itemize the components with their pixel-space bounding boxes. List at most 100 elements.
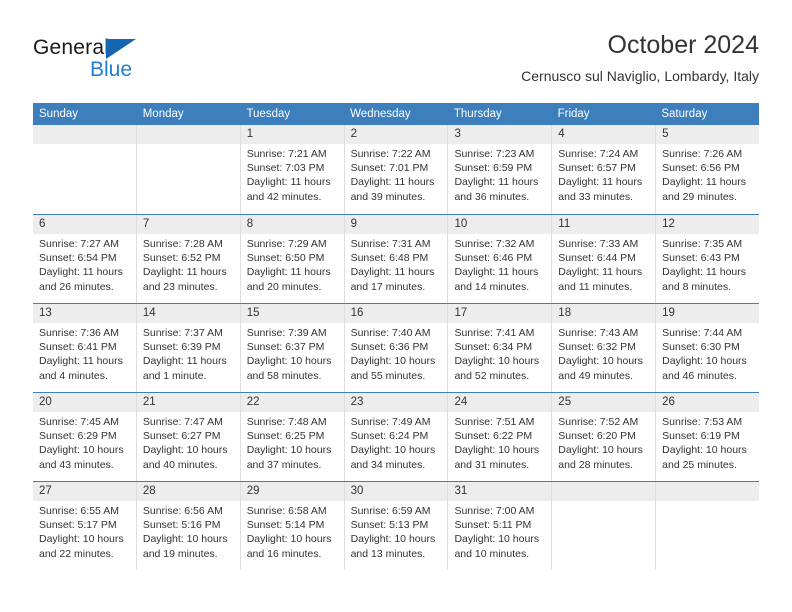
weekday-header-saturday: Saturday (661, 108, 708, 120)
sunrise-time: Sunrise: 7:31 AM (350, 238, 431, 250)
daylight-duration-line2: and 42 minutes. (246, 190, 322, 203)
daylight-duration-line1: Daylight: 10 hours (39, 533, 124, 546)
sunrise-time: Sunrise: 7:35 AM (662, 238, 743, 250)
calendar-day-cell[interactable]: 3 Sunrise: 7:23 AM Sunset: 6:59 PM Daylight… (448, 125, 553, 214)
daylight-duration-line1: Daylight: 11 hours (246, 266, 331, 279)
daylight-duration-line1: Daylight: 10 hours (454, 533, 540, 546)
sunrise-time: Sunrise: 7:39 AM (246, 327, 327, 339)
daylight-duration-line2: and 33 minutes. (558, 190, 634, 203)
calendar-day-cell[interactable]: 2 Sunrise: 7:22 AM Sunset: 7:01 PM Daylight… (344, 125, 449, 214)
day-number: 9 (344, 215, 448, 234)
calendar-day-cell[interactable]: 13 Sunrise: 7:36 AM Sunset: 6:41 PM Dayligh… (33, 304, 137, 392)
day-details: Sunrise: 7:48 AM Sunset: 6:25 PM Daylight:… (241, 412, 344, 472)
daylight-duration-line2: and 13 minutes. (350, 547, 426, 560)
calendar-grid: Sunday Monday Tuesday Wednesday Thursday Frid… (33, 103, 760, 570)
daylight-duration-line2: and 31 minutes. (454, 458, 530, 471)
sunset-time: Sunset: 6:44 PM (558, 252, 636, 265)
daylight-duration-line2: and 8 minutes. (662, 280, 732, 293)
calendar-weeks: 1 Sunrise: 7:21 AM Sunset: 7:03 PM Daylight… (33, 125, 760, 570)
day-details: Sunrise: 7:44 AM Sunset: 6:30 PM Daylight:… (656, 323, 759, 383)
day-details: Sunrise: 7:53 AM Sunset: 6:19 PM Daylight:… (656, 412, 759, 472)
calendar-day-cell[interactable]: 7 Sunrise: 7:28 AM Sunset: 6:52 PM Daylight… (136, 215, 241, 303)
sunrise-time: Sunrise: 7:37 AM (142, 327, 223, 339)
daylight-duration-line2: and 11 minutes. (558, 280, 633, 293)
sunset-time: Sunset: 6:41 PM (39, 341, 117, 354)
sunset-time: Sunset: 6:59 PM (454, 162, 533, 175)
calendar-day-cell[interactable]: 29 Sunrise: 6:58 AM Sunset: 5:14 PM Dayligh… (240, 482, 345, 570)
calendar-day-cell[interactable]: 21 Sunrise: 7:47 AM Sunset: 6:27 PM Dayligh… (136, 393, 241, 481)
calendar-day-cell[interactable]: 15 Sunrise: 7:39 AM Sunset: 6:37 PM Dayligh… (240, 304, 345, 392)
daylight-duration-line2: and 16 minutes. (246, 547, 322, 560)
calendar-day-cell[interactable]: 1 Sunrise: 7:21 AM Sunset: 7:03 PM Daylight… (240, 125, 345, 214)
day-number: 25 (552, 393, 656, 412)
sunset-time: Sunset: 6:22 PM (454, 430, 533, 443)
sunset-time: Sunset: 5:11 PM (454, 519, 532, 532)
sunrise-time: Sunrise: 7:51 AM (454, 416, 535, 428)
daylight-duration-line2: and 29 minutes. (662, 190, 737, 203)
sunset-time: Sunset: 6:43 PM (662, 252, 740, 265)
calendar-day-cell[interactable]: 6 Sunrise: 7:27 AM Sunset: 6:54 PM Daylight… (33, 215, 137, 303)
page-title: October 2024 (607, 31, 760, 59)
calendar-day-cell[interactable]: 5 Sunrise: 7:26 AM Sunset: 6:56 PM Daylight… (656, 125, 760, 214)
day-number: 18 (552, 304, 656, 323)
weekday-header-tuesday: Tuesday (246, 108, 291, 120)
sunrise-time: Sunrise: 7:53 AM (662, 416, 743, 428)
day-details: Sunrise: 7:27 AM Sunset: 6:54 PM Daylight:… (33, 234, 136, 294)
day-number: 23 (344, 393, 448, 412)
calendar-day-cell[interactable]: 12 Sunrise: 7:35 AM Sunset: 6:43 PM Dayligh… (656, 215, 760, 303)
calendar-week-row: 1 Sunrise: 7:21 AM Sunset: 7:03 PM Daylight… (33, 125, 760, 214)
calendar-day-cell[interactable]: 25 Sunrise: 7:52 AM Sunset: 6:20 PM Dayligh… (552, 393, 657, 481)
calendar-day-cell[interactable]: 31 Sunrise: 7:00 AM Sunset: 5:11 PM Dayligh… (448, 482, 553, 570)
calendar-day-cell[interactable]: 17 Sunrise: 7:41 AM Sunset: 6:34 PM Dayligh… (448, 304, 553, 392)
day-number: 16 (344, 304, 448, 323)
day-details: Sunrise: 7:36 AM Sunset: 6:41 PM Daylight:… (33, 323, 136, 383)
daylight-duration-line2: and 28 minutes. (558, 458, 634, 471)
calendar-day-cell-empty (136, 125, 241, 214)
sunset-time: Sunset: 7:01 PM (350, 162, 429, 175)
sunrise-time: Sunrise: 6:55 AM (39, 505, 119, 517)
calendar-day-cell[interactable]: 14 Sunrise: 7:37 AM Sunset: 6:39 PM Dayligh… (136, 304, 241, 392)
weekday-header-wednesday: Wednesday (350, 108, 411, 120)
daylight-duration-line2: and 17 minutes. (350, 280, 426, 293)
calendar-day-cell[interactable]: 4 Sunrise: 7:24 AM Sunset: 6:57 PM Daylight… (552, 125, 657, 214)
daylight-duration-line1: Daylight: 11 hours (350, 176, 435, 189)
calendar-day-cell[interactable]: 26 Sunrise: 7:53 AM Sunset: 6:19 PM Dayligh… (656, 393, 760, 481)
calendar-day-cell[interactable]: 18 Sunrise: 7:43 AM Sunset: 6:32 PM Dayligh… (552, 304, 657, 392)
day-details: Sunrise: 6:59 AM Sunset: 5:13 PM Daylight:… (345, 501, 448, 561)
day-number: 20 (33, 393, 136, 412)
calendar-day-cell[interactable]: 28 Sunrise: 6:56 AM Sunset: 5:16 PM Dayligh… (136, 482, 241, 570)
day-details: Sunrise: 7:40 AM Sunset: 6:36 PM Daylight:… (345, 323, 448, 383)
daylight-duration-line1: Daylight: 10 hours (558, 355, 643, 368)
sunrise-time: Sunrise: 7:49 AM (350, 416, 431, 428)
calendar-day-cell[interactable]: 8 Sunrise: 7:29 AM Sunset: 6:50 PM Daylight… (240, 215, 345, 303)
calendar-day-cell[interactable]: 30 Sunrise: 6:59 AM Sunset: 5:13 PM Dayligh… (344, 482, 449, 570)
calendar-day-cell[interactable]: 24 Sunrise: 7:51 AM Sunset: 6:22 PM Dayligh… (448, 393, 553, 481)
daylight-duration-line1: Daylight: 11 hours (142, 355, 227, 368)
general-blue-logo[interactable]: General Blue (33, 36, 223, 92)
sunrise-time: Sunrise: 7:43 AM (558, 327, 639, 339)
daylight-duration-line2: and 55 minutes. (350, 369, 426, 382)
calendar-day-cell[interactable]: 16 Sunrise: 7:40 AM Sunset: 6:36 PM Dayligh… (344, 304, 449, 392)
day-details: Sunrise: 7:29 AM Sunset: 6:50 PM Daylight:… (241, 234, 344, 294)
daylight-duration-line2: and 25 minutes. (662, 458, 737, 471)
day-details: Sunrise: 7:51 AM Sunset: 6:22 PM Daylight:… (448, 412, 551, 472)
weekday-header-thursday: Thursday (453, 108, 502, 120)
calendar-day-cell[interactable]: 9 Sunrise: 7:31 AM Sunset: 6:48 PM Daylight… (344, 215, 449, 303)
daylight-duration-line2: and 19 minutes. (142, 547, 218, 560)
sunset-time: Sunset: 5:14 PM (246, 519, 325, 532)
sunrise-time: Sunrise: 7:21 AM (246, 148, 327, 160)
daylight-duration-line1: Daylight: 11 hours (39, 355, 123, 368)
daylight-duration-line2: and 39 minutes. (350, 190, 426, 203)
day-number: 28 (136, 482, 240, 501)
calendar-day-cell[interactable]: 22 Sunrise: 7:48 AM Sunset: 6:25 PM Dayligh… (240, 393, 345, 481)
page-header: General Blue October 2024 Cernusco sul N… (33, 28, 759, 96)
calendar-day-cell[interactable]: 23 Sunrise: 7:49 AM Sunset: 6:24 PM Dayligh… (344, 393, 449, 481)
sunset-time: Sunset: 6:48 PM (350, 252, 429, 265)
day-details: Sunrise: 7:32 AM Sunset: 6:46 PM Daylight:… (448, 234, 551, 294)
calendar-day-cell[interactable]: 10 Sunrise: 7:32 AM Sunset: 6:46 PM Dayligh… (448, 215, 553, 303)
calendar-day-cell[interactable]: 11 Sunrise: 7:33 AM Sunset: 6:44 PM Dayligh… (552, 215, 657, 303)
calendar-day-cell[interactable]: 19 Sunrise: 7:44 AM Sunset: 6:30 PM Dayligh… (656, 304, 760, 392)
calendar-day-cell[interactable]: 20 Sunrise: 7:45 AM Sunset: 6:29 PM Dayligh… (33, 393, 137, 481)
calendar-day-cell[interactable]: 27 Sunrise: 6:55 AM Sunset: 5:17 PM Dayligh… (33, 482, 137, 570)
sunset-time: Sunset: 6:36 PM (350, 341, 429, 354)
